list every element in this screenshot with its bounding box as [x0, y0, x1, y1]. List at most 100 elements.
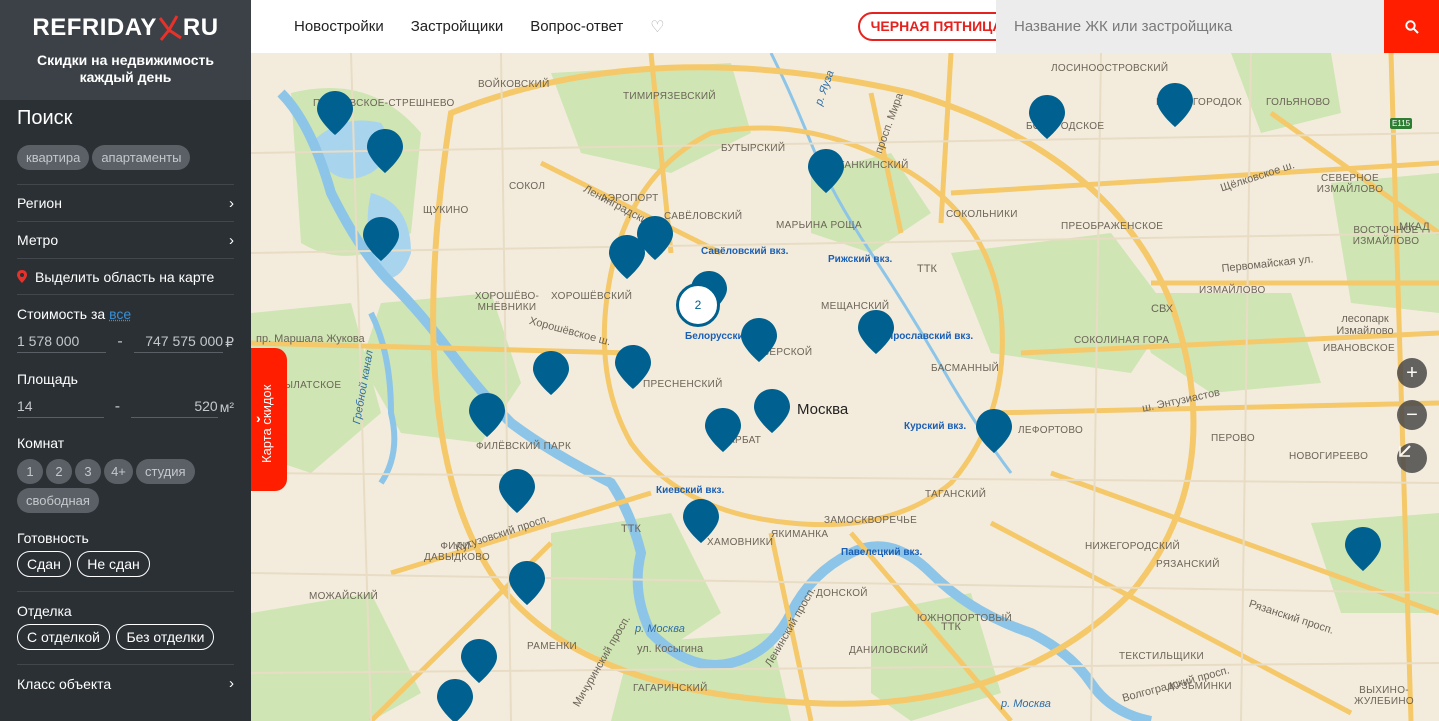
- map-pin-icon: [367, 129, 403, 173]
- region-filter[interactable]: Регион ›: [17, 185, 234, 222]
- filters-title: Поиск: [17, 107, 73, 129]
- logo-right-text: RU: [182, 14, 219, 41]
- road-short-label: ТТК: [621, 523, 641, 535]
- rooms-3[interactable]: 3: [75, 459, 101, 484]
- nav-faq[interactable]: Вопрос-ответ: [530, 18, 623, 35]
- price-max-input[interactable]: 747 575 000: [133, 331, 224, 353]
- property-marker[interactable]: [461, 639, 497, 683]
- property-marker[interactable]: [1029, 95, 1065, 139]
- rooms-studio[interactable]: студия: [136, 459, 195, 484]
- property-marker[interactable]: [976, 409, 1012, 453]
- logo-left-text: REFRIDAY: [32, 14, 157, 41]
- select-area-on-map[interactable]: Выделить область на карте: [17, 259, 234, 295]
- area-range: 14 - 520 м²: [17, 396, 234, 418]
- road-short-label: ТТК: [941, 621, 961, 633]
- readiness-label: Готовность: [17, 530, 89, 546]
- property-marker[interactable]: [533, 351, 569, 395]
- type-chips: квартира апартаменты: [17, 145, 234, 170]
- finish-label: Отделка: [17, 603, 72, 619]
- nav-new-buildings[interactable]: Новостройки: [294, 18, 384, 35]
- zoom-in-button[interactable]: +: [1397, 358, 1427, 388]
- search-button[interactable]: [1384, 0, 1439, 53]
- property-marker[interactable]: [437, 679, 473, 721]
- readiness-options: Сдан Не сдан: [17, 551, 234, 592]
- map-label: ЮЖНОПОРТОВЫЙ: [917, 613, 1013, 624]
- road-label: пр. Маршала Жукова: [256, 333, 365, 345]
- property-marker[interactable]: [808, 149, 844, 193]
- map-label: БУТЫРСКИЙ: [721, 143, 786, 154]
- search-input[interactable]: [996, 0, 1384, 53]
- map-label: ПРЕОБРАЖЕНСКОЕ: [1061, 221, 1164, 232]
- map-pin-icon: [808, 149, 844, 193]
- rooms-2[interactable]: 2: [46, 459, 72, 484]
- minus-icon: −: [1406, 403, 1418, 426]
- rooms-4plus[interactable]: 4+: [104, 459, 133, 484]
- property-marker[interactable]: [741, 318, 777, 362]
- rooms-free[interactable]: свободная: [17, 488, 99, 513]
- map-label: ДОНСКОЙ: [816, 588, 868, 599]
- area-max-input[interactable]: 520: [130, 396, 218, 418]
- favorites-heart-icon[interactable]: ♡: [650, 17, 664, 37]
- rooms-1[interactable]: 1: [17, 459, 43, 484]
- map[interactable]: ПОКРОВСКОЕ-СТРЕШНЕВО ВОЙКОВСКИЙ ТИМИРЯЗЕ…: [251, 53, 1439, 721]
- price-min-input[interactable]: 1 578 000: [17, 331, 107, 353]
- price-unit-link[interactable]: все: [109, 306, 131, 322]
- property-marker[interactable]: [683, 499, 719, 543]
- map-pin-icon: [1029, 95, 1065, 139]
- readiness-not-done[interactable]: Не сдан: [77, 551, 150, 577]
- map-pin-icon: [469, 393, 505, 437]
- tagline: Скидки на недвижимость каждый день: [37, 52, 214, 85]
- station-label: Савёловский вкз.: [701, 246, 789, 257]
- property-marker[interactable]: [499, 469, 535, 513]
- area-min-input[interactable]: 14: [17, 396, 104, 418]
- map-label: ЛОСИНООСТРОВСКИЙ: [1051, 63, 1169, 74]
- nav-developers[interactable]: Застройщики: [411, 18, 504, 35]
- area-select-label: Выделить область на карте: [35, 268, 215, 285]
- brand-block: REFRIDAY RU Скидки на недвижимость кажды…: [0, 0, 251, 100]
- map-label: ЯКИМАНКА: [771, 529, 829, 540]
- property-marker[interactable]: [1157, 83, 1193, 127]
- discount-map-tab[interactable]: › Карта скидок: [251, 348, 287, 491]
- property-marker[interactable]: [363, 217, 399, 261]
- zoom-out-button[interactable]: −: [1397, 400, 1427, 430]
- property-marker[interactable]: [367, 129, 403, 173]
- ruler-button[interactable]: [1397, 443, 1427, 473]
- map-label: САВЁЛОВСКИЙ: [664, 211, 743, 222]
- logo[interactable]: REFRIDAY RU: [32, 14, 218, 42]
- property-marker[interactable]: [1345, 527, 1381, 571]
- road-short-label: ТТК: [917, 263, 937, 275]
- chip-apartment[interactable]: квартира: [17, 145, 90, 170]
- map-label: РАМЕНКИ: [527, 641, 578, 652]
- search-filters: Поиск квартира апартаменты Регион › Метр…: [0, 107, 251, 702]
- cluster-marker[interactable]: 2: [676, 283, 720, 327]
- metro-label: Метро: [17, 232, 59, 248]
- finish-without[interactable]: Без отделки: [116, 624, 215, 650]
- property-marker[interactable]: [637, 216, 673, 260]
- map-label: ИЗМАЙЛОВО: [1199, 285, 1266, 296]
- price-label-text: Стоимость за: [17, 306, 106, 322]
- finish-with[interactable]: С отделкой: [17, 624, 110, 650]
- station-label: Павелецкий вкз.: [841, 547, 923, 558]
- black-friday-button[interactable]: ЧЕРНАЯ ПЯТНИЦА: [857, 12, 1016, 41]
- chip-apartments[interactable]: апартаменты: [92, 145, 191, 170]
- property-marker[interactable]: [858, 310, 894, 354]
- property-marker[interactable]: [754, 389, 790, 433]
- object-class-filter[interactable]: Класс объекта ›: [17, 665, 234, 702]
- logo-slash-icon: [158, 15, 182, 41]
- map-label: СОКОЛ: [509, 181, 546, 192]
- chevron-right-icon: ›: [229, 231, 234, 249]
- map-label: ТЕКСТИЛЬЩИКИ: [1119, 651, 1204, 662]
- property-marker[interactable]: [509, 561, 545, 605]
- property-marker[interactable]: [615, 345, 651, 389]
- property-marker[interactable]: [317, 91, 353, 135]
- chevron-right-icon: ›: [229, 675, 234, 692]
- chevron-right-icon: ›: [229, 194, 234, 212]
- property-marker[interactable]: [469, 393, 505, 437]
- plus-icon: +: [1406, 361, 1418, 384]
- property-marker[interactable]: [705, 408, 741, 452]
- map-pin-icon: [1157, 83, 1193, 127]
- metro-filter[interactable]: Метро ›: [17, 222, 234, 259]
- sidebar: REFRIDAY RU Скидки на недвижимость кажды…: [0, 0, 251, 721]
- readiness-done[interactable]: Сдан: [17, 551, 71, 577]
- map-pin-icon: [533, 351, 569, 395]
